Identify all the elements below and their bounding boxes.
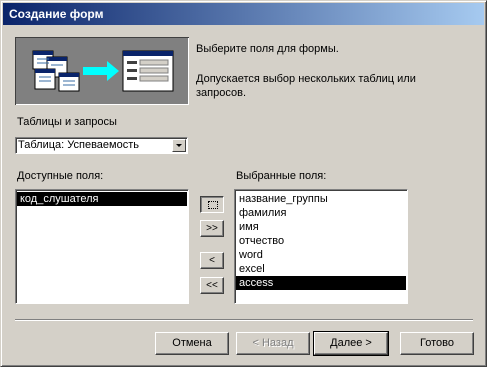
- title-bar[interactable]: Создание форм: [3, 3, 484, 25]
- selected-fields-label: Выбранные поля:: [236, 170, 327, 182]
- tables-queries-value: Таблица: Успеваемость: [18, 139, 139, 151]
- remove-all-button[interactable]: <<: [200, 277, 224, 294]
- chevron-down-icon: [176, 144, 182, 147]
- tables-queries-select[interactable]: Таблица: Успеваемость: [15, 137, 188, 154]
- cancel-button[interactable]: Отмена: [155, 332, 229, 355]
- list-item[interactable]: отчество: [236, 234, 406, 248]
- list-item[interactable]: excel: [236, 262, 406, 276]
- list-item[interactable]: код_слушателя: [17, 192, 187, 206]
- available-fields-list[interactable]: код_слушателя: [15, 189, 189, 304]
- finish-button[interactable]: Готово: [400, 332, 474, 355]
- form-wizard-window: Создание форм Выберите поля для формы. Д…: [0, 0, 487, 367]
- back-button[interactable]: < Назад: [236, 332, 310, 355]
- intro-line-3: запросов.: [196, 87, 246, 99]
- intro-line-1: Выберите поля для формы.: [196, 43, 339, 55]
- list-item[interactable]: word: [236, 248, 406, 262]
- add-one-icon: [208, 201, 218, 209]
- window-title: Создание форм: [9, 7, 104, 21]
- remove-field-button[interactable]: <: [200, 252, 224, 269]
- list-item[interactable]: название_группы: [236, 192, 406, 206]
- list-item[interactable]: имя: [236, 220, 406, 234]
- intro-line-2: Допускается выбор нескольких таблиц или: [196, 73, 416, 85]
- next-button[interactable]: Далее >: [313, 331, 389, 356]
- add-field-button[interactable]: [200, 196, 224, 213]
- tables-queries-label: Таблицы и запросы: [17, 116, 117, 128]
- wizard-illustration: [15, 37, 189, 105]
- form-icon: [122, 50, 174, 92]
- list-item[interactable]: access: [236, 276, 406, 290]
- add-all-button[interactable]: >>: [200, 220, 224, 237]
- selected-fields-list[interactable]: название_группы фамилия имя отчество word exc…: [234, 189, 408, 304]
- list-item[interactable]: фамилия: [236, 206, 406, 220]
- dropdown-button[interactable]: [172, 139, 186, 152]
- available-fields-label: Доступные поля:: [17, 170, 104, 182]
- footer-separator: [15, 319, 473, 321]
